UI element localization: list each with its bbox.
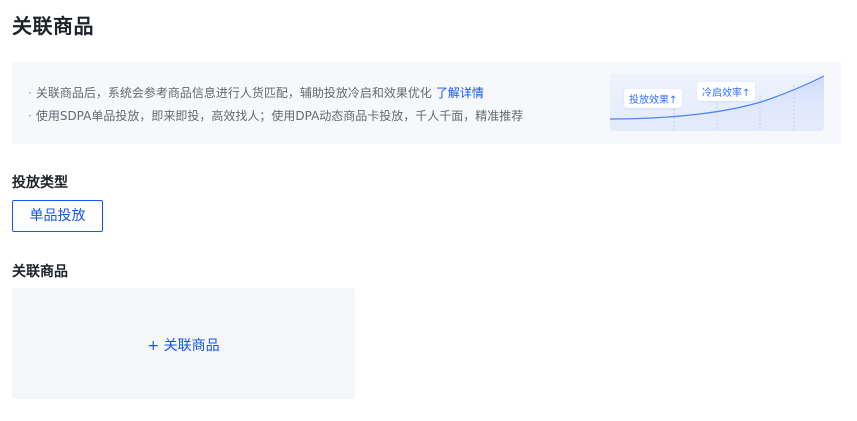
delivery-type-label: 投放类型 (12, 175, 68, 191)
info-line-2: · 使用SDPA单品投放，即来即投，高效找人；使用DPA动态商品卡投放，千人千面，… (28, 107, 523, 124)
info-line-2-text: 使用SDPA单品投放，即来即投，高效找人；使用DPA动态商品卡投放，千人千面，精… (35, 109, 524, 123)
growth-illustration: 投放效果↑ 冷启效率↑ (610, 73, 824, 131)
add-linked-product-button[interactable]: + 关联商品 (12, 335, 355, 355)
bullet-icon: · (28, 109, 32, 123)
info-line-1-text: 关联商品后，系统会参考商品信息进行人货匹配，辅助投放冷启和效果优化 (35, 86, 432, 100)
learn-more-link[interactable]: 了解详情 (436, 86, 484, 100)
info-banner: · 关联商品后，系统会参考商品信息进行人货匹配，辅助投放冷启和效果优化 了解详情 ·… (12, 62, 841, 144)
info-line-1: · 关联商品后，系统会参考商品信息进行人货匹配，辅助投放冷启和效果优化 了解详情 (28, 84, 484, 101)
cold-start-up-badge: 冷启效率↑ (697, 82, 756, 101)
add-linked-product-area[interactable]: + 关联商品 (12, 288, 355, 399)
bullet-icon: · (28, 86, 32, 100)
linked-products-label: 关联商品 (12, 264, 68, 280)
single-product-delivery-button[interactable]: 单品投放 (12, 200, 103, 232)
effect-up-badge: 投放效果↑ (624, 89, 683, 108)
page: 关联商品 · 关联商品后，系统会参考商品信息进行人货匹配，辅助投放冷启和效果优化了… (0, 0, 857, 421)
page-title: 关联商品 (12, 14, 94, 38)
